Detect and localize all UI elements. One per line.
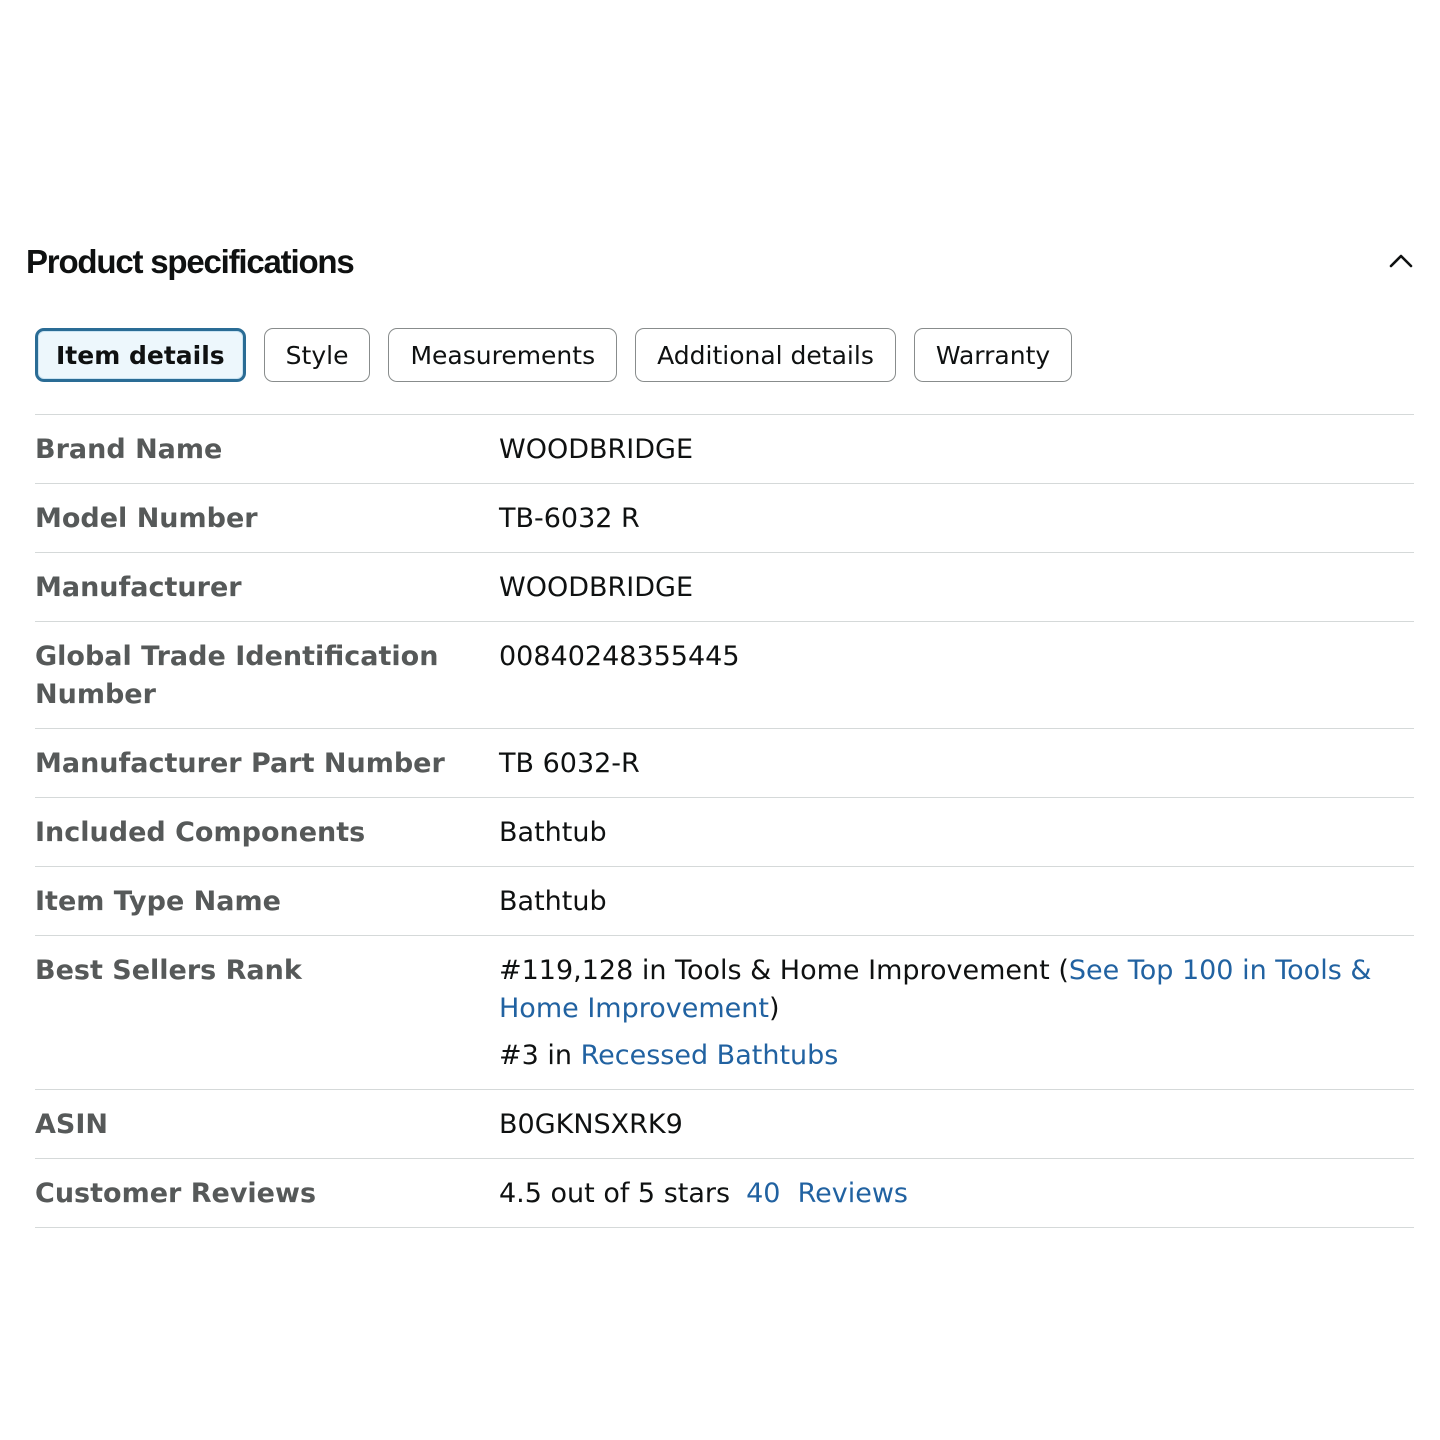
- section-title: Product specifications: [26, 243, 355, 280]
- spec-row-best-sellers-rank: Best Sellers Rank #119,128 in Tools & Ho…: [35, 936, 1414, 1090]
- spec-table: Brand Name WOODBRIDGE Model Number TB-60…: [35, 414, 1414, 1228]
- spec-label: ASIN: [35, 1109, 108, 1140]
- spec-label: Best Sellers Rank: [35, 955, 302, 986]
- spec-value: #119,128 in Tools & Home Improvement (Se…: [499, 952, 1414, 1075]
- tab-warranty[interactable]: Warranty: [913, 328, 1073, 382]
- spec-row-model-number: Model Number TB-6032 R: [35, 484, 1414, 553]
- spec-value: B0GKNSXRK9: [499, 1109, 683, 1140]
- spec-value: WOODBRIDGE: [499, 572, 694, 603]
- spec-row-manufacturer: Manufacturer WOODBRIDGE: [35, 553, 1414, 622]
- collapse-button[interactable]: [1384, 244, 1418, 278]
- spec-label: Item Type Name: [35, 886, 281, 917]
- rating-text: 4.5 out of 5 stars: [499, 1178, 731, 1209]
- spec-tabs: Item details Style Measurements Addition…: [35, 328, 1073, 382]
- spec-value: TB 6032-R: [499, 748, 640, 779]
- spec-value: 4.5 out of 5 stars 40 Reviews: [499, 1175, 1414, 1213]
- product-specifications-section: Product specifications Item details Styl…: [0, 0, 1440, 1440]
- rank-text: #119,128 in Tools & Home Improvement (: [499, 955, 1069, 986]
- tab-measurements[interactable]: Measurements: [388, 328, 618, 382]
- spec-label: Included Components: [35, 817, 366, 848]
- spec-row-item-type-name: Item Type Name Bathtub: [35, 867, 1414, 936]
- rank-line-category: #119,128 in Tools & Home Improvement (Se…: [499, 952, 1384, 1028]
- spec-row-asin: ASIN B0GKNSXRK9: [35, 1090, 1414, 1159]
- rank-line-subcategory: #3 in Recessed Bathtubs: [499, 1037, 1384, 1075]
- spec-label: Model Number: [35, 503, 258, 534]
- reviews-link[interactable]: 40 Reviews: [746, 1178, 908, 1209]
- rank-text: #3 in: [499, 1040, 581, 1071]
- tab-style[interactable]: Style: [263, 328, 371, 382]
- spec-value: WOODBRIDGE: [499, 434, 694, 465]
- tab-item-details[interactable]: Item details: [35, 328, 246, 382]
- spec-row-included-components: Included Components Bathtub: [35, 798, 1414, 867]
- spec-row-customer-reviews: Customer Reviews 4.5 out of 5 stars 40 Re…: [35, 1159, 1414, 1228]
- spec-value: Bathtub: [499, 886, 607, 917]
- spec-row-gtin: Global Trade Identification Number 00840…: [35, 622, 1414, 729]
- review-count: 40: [746, 1178, 781, 1209]
- spec-row-brand-name: Brand Name WOODBRIDGE: [35, 415, 1414, 484]
- chevron-up-icon: [1389, 254, 1413, 268]
- spec-label: Manufacturer: [35, 572, 242, 603]
- spec-label: Global Trade Identification Number: [35, 641, 439, 710]
- rank-text: ): [768, 993, 780, 1024]
- tab-additional-details[interactable]: Additional details: [635, 328, 896, 382]
- recessed-bathtubs-link[interactable]: Recessed Bathtubs: [581, 1040, 839, 1071]
- spec-label: Brand Name: [35, 434, 223, 465]
- spec-row-part-number: Manufacturer Part Number TB 6032-R: [35, 729, 1414, 798]
- spec-label: Manufacturer Part Number: [35, 748, 445, 779]
- spec-value: 00840248355445: [499, 641, 740, 672]
- reviews-word: Reviews: [797, 1178, 908, 1209]
- spec-value: Bathtub: [499, 817, 607, 848]
- spec-value: TB-6032 R: [499, 503, 640, 534]
- spec-label: Customer Reviews: [35, 1178, 317, 1209]
